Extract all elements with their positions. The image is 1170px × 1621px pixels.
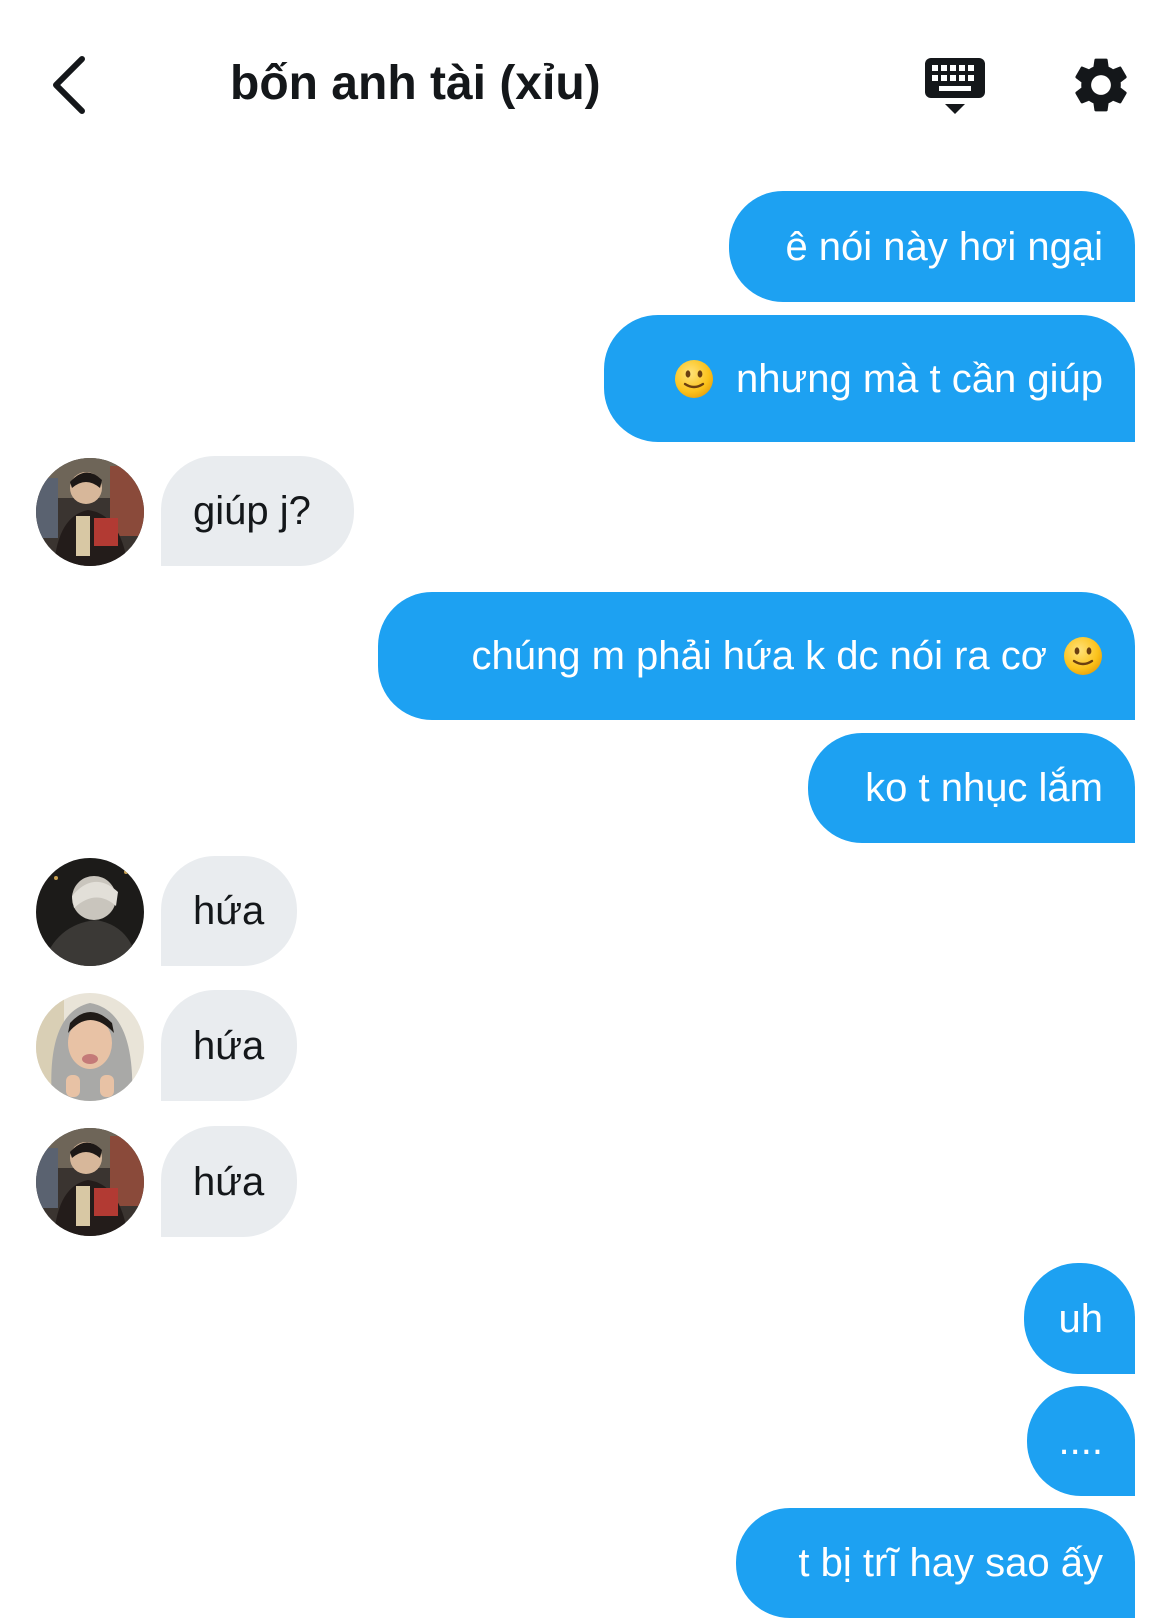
message-bubble-incoming[interactable]: giúp j? xyxy=(161,456,354,566)
slightly-smiling-face-emoji xyxy=(674,359,714,399)
avatar-photo xyxy=(36,993,144,1101)
message-bubble-outgoing[interactable]: t bị trĩ hay sao ấy xyxy=(736,1508,1135,1618)
avatar[interactable] xyxy=(36,1128,144,1236)
conversation-title[interactable]: bốn anh tài (xỉu) xyxy=(230,52,601,116)
message-bubble-outgoing[interactable]: nhưng mà t cần giúp xyxy=(604,315,1135,442)
keyboard-icon xyxy=(925,58,985,114)
message-text: uh xyxy=(1058,1296,1104,1341)
chevron-left-icon xyxy=(53,56,85,114)
message-bubble-outgoing[interactable]: uh xyxy=(1024,1263,1135,1374)
gear-icon xyxy=(1075,58,1127,112)
message-bubble-incoming[interactable]: hứa xyxy=(161,990,297,1101)
message-text: ko t nhục lắm xyxy=(865,766,1103,810)
message-text: .... xyxy=(1058,1419,1103,1463)
avatar[interactable] xyxy=(36,458,144,566)
avatar[interactable] xyxy=(36,993,144,1101)
slightly-smiling-face-emoji xyxy=(1063,636,1103,676)
message-bubble-outgoing[interactable]: ê nói này hơi ngại xyxy=(729,191,1135,302)
avatar[interactable] xyxy=(36,858,144,966)
message-text: hứa xyxy=(193,1159,265,1204)
keyboard-button[interactable] xyxy=(922,54,988,120)
message-text: giúp j? xyxy=(193,489,311,533)
message-bubble-outgoing[interactable]: chúng m phải hứa k dc nói ra cơ xyxy=(378,592,1135,720)
message-bubble-outgoing[interactable]: .... xyxy=(1027,1386,1135,1496)
settings-button[interactable] xyxy=(1068,52,1134,118)
message-bubble-outgoing[interactable]: ko t nhục lắm xyxy=(808,733,1135,843)
message-text: t bị trĩ hay sao ấy xyxy=(798,1541,1103,1585)
message-text: hứa xyxy=(193,889,265,933)
chat-header: bốn anh tài (xỉu) xyxy=(0,0,1170,165)
avatar-photo xyxy=(36,858,144,966)
back-button[interactable] xyxy=(40,50,96,120)
message-text: nhưng mà t cần giúp xyxy=(735,356,1103,401)
message-bubble-incoming[interactable]: hứa xyxy=(161,856,297,966)
message-bubble-incoming[interactable]: hứa xyxy=(161,1126,297,1237)
message-text: hứa xyxy=(193,1023,265,1068)
avatar-photo xyxy=(36,1128,144,1236)
avatar-photo xyxy=(36,458,144,566)
message-text: ê nói này hơi ngại xyxy=(785,224,1103,269)
message-text: chúng m phải hứa k dc nói ra cơ xyxy=(471,634,1047,678)
